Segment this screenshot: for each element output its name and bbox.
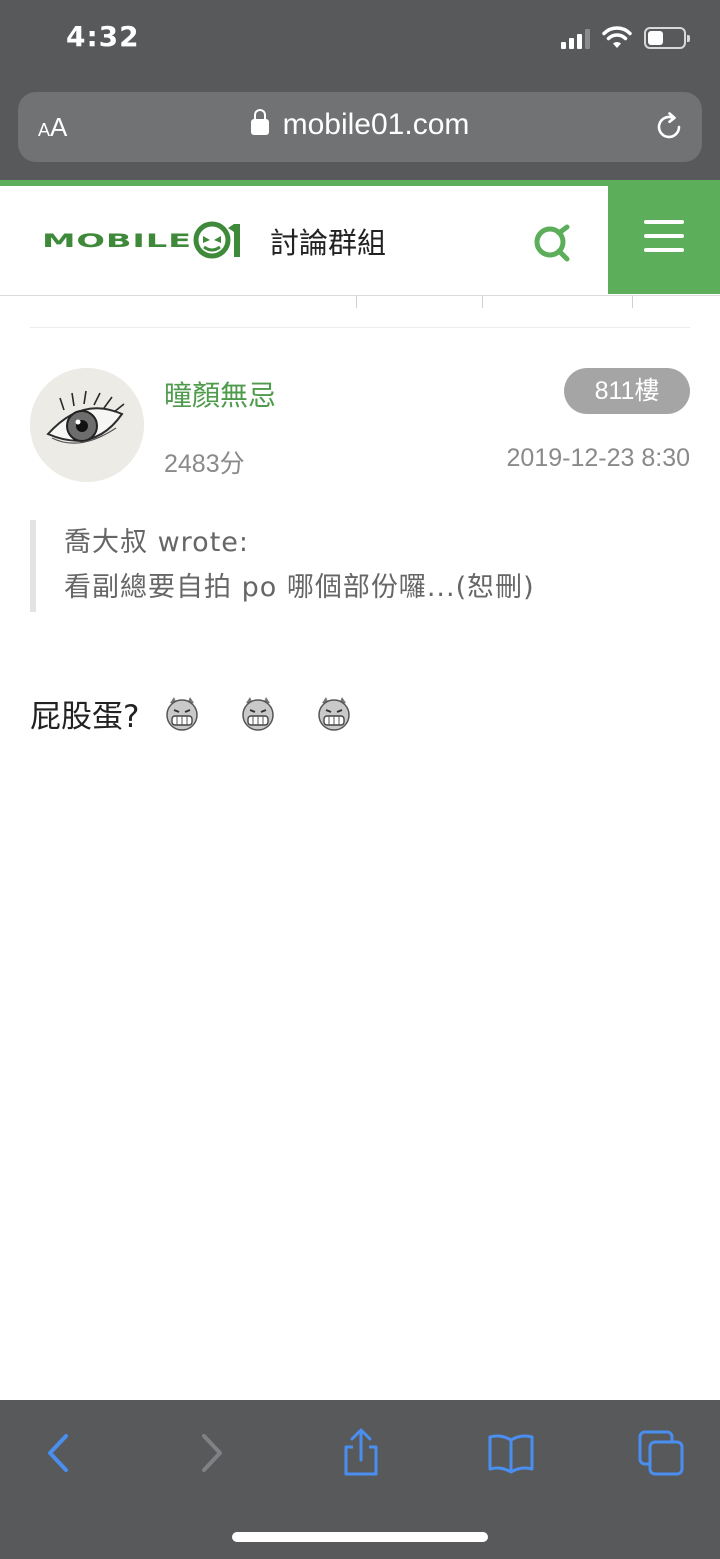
battery-icon xyxy=(644,27,690,49)
lock-icon xyxy=(250,109,269,135)
back-chevron-icon[interactable] xyxy=(36,1428,86,1478)
hamburger-menu-icon[interactable] xyxy=(608,180,720,294)
bookmarks-book-icon[interactable] xyxy=(486,1428,536,1478)
share-icon[interactable] xyxy=(336,1428,386,1478)
grin-emoticon-icon xyxy=(242,697,275,731)
post-timestamp: 2019-12-23 8:30 xyxy=(506,444,690,472)
grin-emoticon-icon xyxy=(318,697,351,731)
status-time: 4:32 xyxy=(66,20,140,53)
avatar[interactable] xyxy=(30,368,144,482)
post-body-text: 屁股蛋? xyxy=(30,698,140,735)
url-display[interactable]: mobile01.com xyxy=(18,108,702,142)
floor-badge: 811樓 xyxy=(564,368,690,414)
status-indicators xyxy=(561,24,690,52)
svg-text:MOBILE: MOBILE xyxy=(42,230,192,252)
tabs-icon[interactable] xyxy=(636,1428,686,1478)
user-score: 2483分 xyxy=(164,450,245,478)
quote-block: 喬大叔 wrote: 看副總要自拍 po 哪個部份囉...(恕刪) xyxy=(30,520,690,612)
forward-chevron-icon[interactable] xyxy=(186,1428,236,1478)
quote-author: 喬大叔 wrote: xyxy=(64,527,249,558)
grin-emoticon-icon xyxy=(166,697,199,731)
post-action-bar xyxy=(30,296,690,328)
search-icon[interactable] xyxy=(526,218,576,268)
quote-text: 看副總要自拍 po 哪個部份囉...(恕刪) xyxy=(64,572,535,603)
post-body: 屁股蛋? xyxy=(30,688,353,738)
address-bar[interactable]: AA mobile01.com xyxy=(18,92,702,162)
cellular-signal-icon xyxy=(561,27,590,49)
wifi-icon xyxy=(602,26,632,48)
section-title[interactable]: 討論群組 xyxy=(270,220,386,262)
reload-icon[interactable] xyxy=(652,110,686,144)
site-header: MOBILE 討論群組 xyxy=(0,180,720,296)
url-text: mobile01.com xyxy=(282,108,470,141)
eye-sketch-avatar-image xyxy=(30,368,144,482)
mobile01-logo[interactable]: MOBILE xyxy=(42,216,252,262)
home-indicator[interactable] xyxy=(232,1532,488,1542)
browser-chrome-top: 4:32 AA mobile01.com xyxy=(0,0,720,180)
username[interactable]: 曈顏無忌 xyxy=(164,374,276,414)
